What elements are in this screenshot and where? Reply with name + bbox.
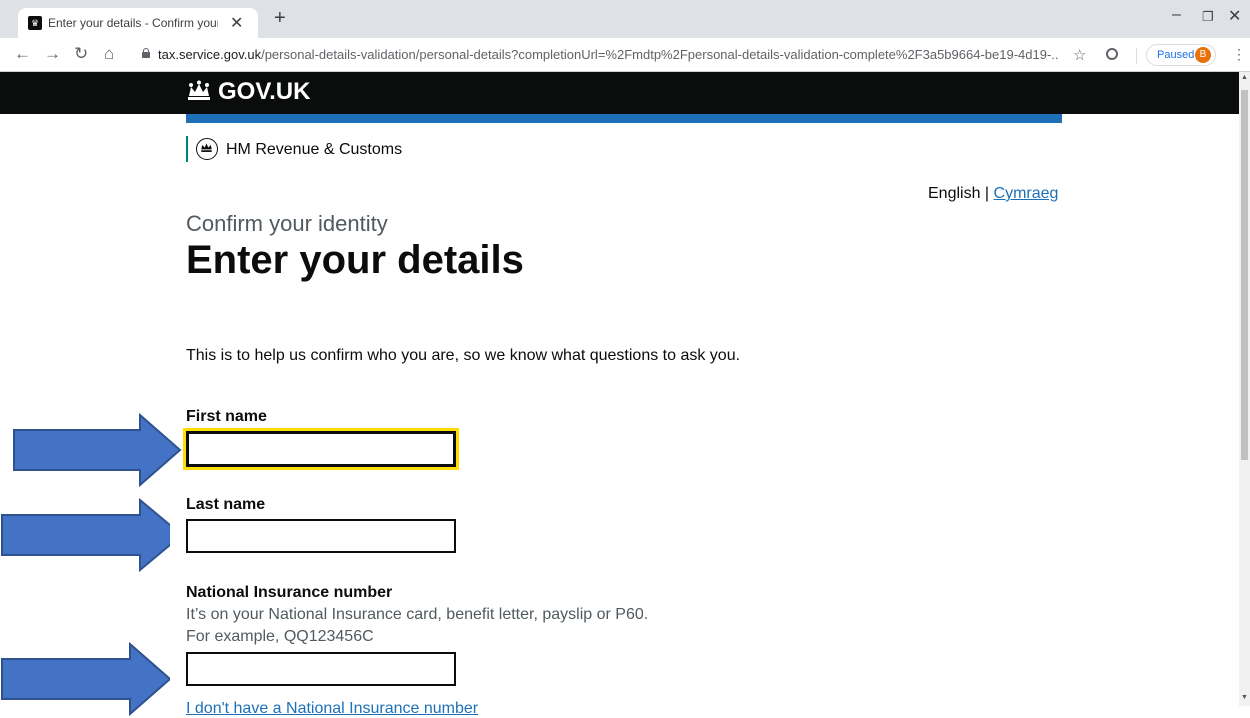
intro-text: This is to help us confirm who you are, … bbox=[186, 347, 741, 364]
close-tab-icon[interactable]: ✕ bbox=[230, 13, 243, 33]
nino-hint: It’s on your National Insurance card, be… bbox=[186, 606, 649, 623]
browser-toolbar: ← → ↻ ⌂ tax.service.gov.uk/personal-deta… bbox=[0, 38, 1250, 72]
browser-menu-icon[interactable]: ⋮ bbox=[1232, 46, 1246, 63]
no-nino-link[interactable]: I don't have a National Insurance number bbox=[186, 700, 478, 718]
header-blue-bar bbox=[186, 114, 1062, 123]
toolbar-divider bbox=[1136, 48, 1137, 64]
scroll-down-arrow-icon[interactable]: ▼ bbox=[1241, 694, 1248, 701]
hmrc-crest-icon bbox=[196, 138, 218, 160]
avatar: B bbox=[1195, 47, 1211, 63]
last-name-input[interactable] bbox=[186, 519, 456, 553]
tab-title: Enter your details - Confirm your bbox=[48, 16, 218, 30]
crown-icon bbox=[188, 80, 210, 100]
govuk-logo-link[interactable]: GOV.UK bbox=[186, 78, 310, 106]
language-cymraeg-link[interactable]: Cymraeg bbox=[994, 185, 1059, 202]
first-name-input[interactable] bbox=[186, 431, 456, 467]
scroll-up-arrow-icon[interactable]: ▲ bbox=[1241, 74, 1248, 81]
annotation-arrow bbox=[13, 413, 182, 487]
url-text[interactable]: tax.service.gov.uk/personal-details-vali… bbox=[158, 47, 1058, 62]
home-icon[interactable]: ⌂ bbox=[104, 44, 114, 64]
department-name: HM Revenue & Customs bbox=[226, 141, 403, 158]
forward-arrow-icon[interactable]: → bbox=[44, 44, 61, 64]
department-banner: HM Revenue & Customs bbox=[186, 136, 402, 162]
annotation-arrow bbox=[1, 642, 170, 716]
crown-favicon-icon: ♛ bbox=[28, 16, 42, 30]
browser-tab[interactable]: ♛ Enter your details - Confirm your ✕ bbox=[18, 8, 258, 38]
page-caption: Confirm your identity bbox=[186, 211, 388, 236]
sync-paused-button[interactable]: Paused B bbox=[1146, 44, 1216, 66]
first-name-label: First name bbox=[186, 408, 267, 425]
bookmark-star-icon[interactable]: ☆ bbox=[1073, 46, 1086, 64]
nino-example: For example, QQ123456C bbox=[186, 628, 374, 645]
minimize-icon[interactable]: – bbox=[1172, 6, 1181, 24]
page-title: Enter your details bbox=[186, 238, 524, 282]
extension-icon[interactable] bbox=[1106, 48, 1118, 60]
reload-icon[interactable]: ↻ bbox=[74, 44, 88, 64]
scrollbar-thumb[interactable] bbox=[1241, 90, 1248, 460]
lock-icon[interactable] bbox=[142, 48, 150, 58]
back-arrow-icon[interactable]: ← bbox=[14, 44, 31, 64]
logo-text: GOV.UK bbox=[218, 78, 311, 105]
nino-input[interactable] bbox=[186, 652, 456, 686]
address-bar[interactable]: tax.service.gov.uk/personal-details-vali… bbox=[136, 43, 1091, 67]
govuk-header: GOV.UK bbox=[0, 72, 1239, 114]
paused-label: Paused bbox=[1157, 49, 1195, 61]
last-name-label: Last name bbox=[186, 496, 266, 513]
new-tab-icon[interactable]: + bbox=[274, 8, 286, 28]
browser-tabbar: ♛ Enter your details - Confirm your ✕ + … bbox=[0, 0, 1250, 38]
annotation-arrow bbox=[1, 498, 170, 572]
language-english: English bbox=[928, 185, 981, 202]
language-toggle: English | Cymraeg bbox=[928, 185, 1058, 203]
close-window-icon[interactable]: ✕ bbox=[1228, 6, 1241, 26]
language-separator: | bbox=[980, 185, 994, 202]
nino-label: National Insurance number bbox=[186, 584, 393, 601]
restore-icon[interactable]: ❐ bbox=[1202, 9, 1214, 25]
page-scrollbar[interactable]: ▲ ▼ bbox=[1239, 72, 1250, 706]
